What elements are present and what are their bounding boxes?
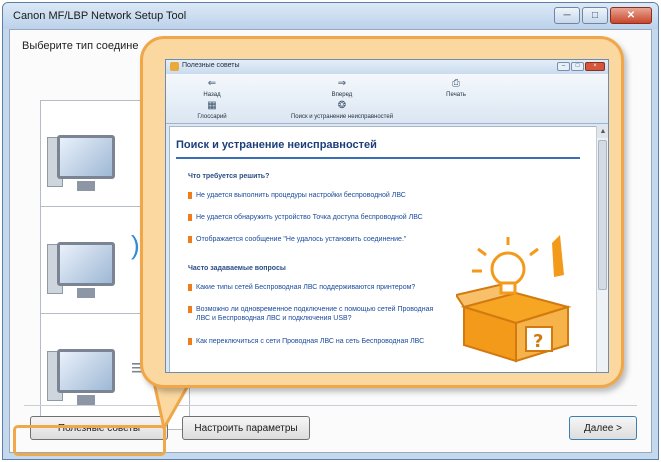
help-link-item[interactable]: Не удается выполнить процедуры настройки… — [188, 191, 446, 200]
next-button[interactable]: Далее > — [569, 416, 637, 440]
toolbar-forward[interactable]: ⇒ Вперед — [302, 78, 382, 99]
tips-help-window: Полезные советы – □ × ⇐ Назад ⇒ Вперед ⎙ — [165, 59, 609, 373]
monitor-icon — [57, 349, 115, 393]
bullet-marker — [188, 284, 192, 291]
help-link-text: Не удается выполнить процедуры настройки… — [196, 192, 406, 199]
scroll-up-icon[interactable]: ▲ — [597, 126, 608, 138]
section-title-what-to-solve: Что требуется решить? — [188, 173, 270, 180]
help-link-item[interactable]: Не удается обнаружить устройство Точка д… — [188, 213, 446, 222]
toolbar-back-label: Назад — [203, 92, 221, 98]
help-link-text: Не удается обнаружить устройство Точка д… — [196, 214, 423, 221]
bullet-marker — [188, 338, 192, 345]
toolbar-glossary[interactable]: ▦ Глоссарий — [172, 100, 252, 121]
help-titlebar: Полезные советы – □ × — [166, 60, 608, 74]
help-scrollbar[interactable]: ▲ — [596, 126, 608, 372]
window-controls: ─ □ ✕ — [554, 7, 652, 24]
connection-type-instruction: Выберите тип соедине — [22, 40, 139, 52]
monitor-icon — [57, 242, 115, 286]
help-toolbar: ⇐ Назад ⇒ Вперед ⎙ Печать ▦ Глоссарий ❂ — [166, 74, 608, 124]
screen: Canon MF/LBP Network Setup Tool ─ □ ✕ Вы… — [0, 0, 661, 462]
maximize-icon[interactable]: □ — [571, 62, 584, 71]
troubleshooting-icon: ❂ — [337, 100, 347, 111]
monitor-stand — [77, 395, 95, 405]
toolbar-troubleshooting[interactable]: ❂ Поиск и устранение неисправностей — [291, 100, 393, 121]
back-arrow-icon: ⇐ — [207, 78, 217, 89]
help-link-item[interactable]: Какие типы сетей Беспроводная ЛВС поддер… — [188, 283, 446, 292]
help-window-controls: – □ × — [557, 62, 605, 71]
scroll-thumb[interactable] — [598, 140, 607, 290]
section-title-faq: Часто задаваемые вопросы — [188, 265, 286, 272]
lightbulb-toolbox-icon: ? — [454, 235, 576, 363]
toolbar-print-label: Печать — [446, 92, 466, 98]
help-page-heading: Поиск и устранение неисправностей — [176, 139, 377, 151]
toolbar-glossary-label: Глоссарий — [197, 114, 227, 120]
toolbar-print[interactable]: ⎙ Печать — [416, 78, 496, 99]
monitor-stand — [77, 181, 95, 191]
monitor-icon — [57, 135, 115, 179]
window-title: Canon MF/LBP Network Setup Tool — [13, 10, 187, 22]
toolbar-forward-label: Вперед — [331, 92, 353, 98]
configure-settings-button[interactable]: Настроить параметры — [182, 416, 310, 440]
forward-arrow-icon: ⇒ — [337, 78, 347, 89]
minimize-icon[interactable]: – — [557, 62, 570, 71]
print-icon: ⎙ — [452, 78, 460, 89]
help-content: Поиск и устранение неисправностей Что тр… — [169, 126, 597, 372]
window-titlebar: Canon MF/LBP Network Setup Tool ─ □ ✕ — [3, 3, 658, 29]
glossary-icon: ▦ — [207, 100, 217, 111]
help-link-text: Как переключиться с сети Проводная ЛВС н… — [196, 338, 425, 345]
bullet-marker — [188, 236, 192, 243]
maximize-icon[interactable]: □ — [582, 7, 608, 24]
close-icon[interactable]: × — [585, 62, 605, 71]
help-link-item[interactable]: Отображается сообщение "Не удалось устан… — [188, 235, 446, 244]
tips-callout: Полезные советы – □ × ⇐ Назад ⇒ Вперед ⎙ — [140, 36, 624, 388]
help-link-item[interactable]: Как переключиться с сети Проводная ЛВС н… — [188, 337, 446, 346]
tips-button-highlight — [13, 425, 166, 456]
help-window-title: Полезные советы — [182, 62, 240, 69]
help-link-text: Какие типы сетей Беспроводная ЛВС поддер… — [196, 284, 416, 291]
monitor-stand — [77, 288, 95, 298]
bullet-marker — [188, 214, 192, 221]
bullet-marker — [188, 306, 192, 313]
close-icon[interactable]: ✕ — [610, 7, 652, 24]
help-link-text: Отображается сообщение "Не удалось устан… — [196, 236, 407, 243]
help-app-icon — [170, 62, 179, 71]
toolbar-troubleshooting-label: Поиск и устранение неисправностей — [290, 114, 394, 120]
bullet-marker — [188, 192, 192, 199]
footer-divider — [24, 405, 637, 406]
svg-text:?: ? — [533, 331, 543, 352]
callout-tail — [150, 382, 194, 432]
help-link-item[interactable]: Возможно ли одновременное подключение с … — [188, 305, 446, 323]
heading-rule — [176, 157, 580, 159]
toolbar-back[interactable]: ⇐ Назад — [172, 78, 252, 99]
help-link-text: Возможно ли одновременное подключение с … — [196, 306, 434, 322]
minimize-icon[interactable]: ─ — [554, 7, 580, 24]
